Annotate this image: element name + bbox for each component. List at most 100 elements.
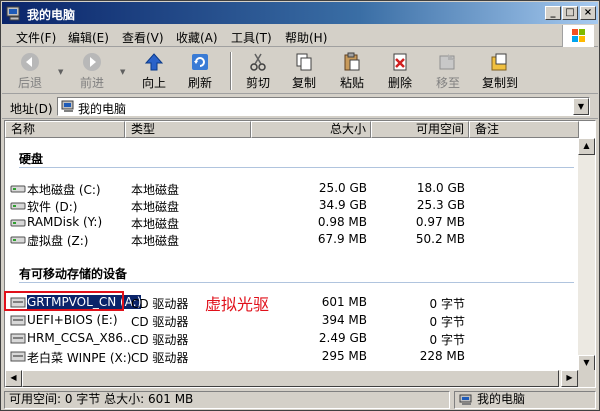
scroll-left-icon[interactable]: ◀ — [5, 370, 22, 387]
paste-label: 粘贴 — [339, 76, 364, 90]
forward-button[interactable]: 前进 — [66, 50, 118, 92]
back-arrow-icon — [21, 53, 39, 71]
address-bar: 地址(D) 我的电脑 ▼ — [2, 95, 598, 119]
menu-file[interactable]: 文件(F) — [16, 29, 56, 46]
up-label: 向上 — [141, 76, 166, 90]
cut-label: 剪切 — [245, 76, 270, 90]
column-comment[interactable]: 备注 — [469, 121, 579, 138]
hard-drive-icon — [10, 236, 26, 244]
refresh-label: 刷新 — [187, 76, 212, 90]
menu-view[interactable]: 查看(V) — [122, 29, 164, 46]
copy-to-button[interactable]: 复制到 — [472, 50, 528, 92]
computer-icon — [6, 6, 20, 21]
drive-free: 18.0 GB — [416, 181, 465, 195]
group-hard-disks: 硬盘 — [19, 152, 44, 166]
back-button[interactable]: 后退 — [4, 50, 56, 92]
move-to-icon — [439, 54, 455, 70]
paste-button[interactable]: 粘贴 — [326, 50, 378, 92]
drive-total: 601 MB — [321, 295, 367, 309]
menu-help[interactable]: 帮助(H) — [285, 29, 327, 46]
drive-name: UEFI+BIOS (E:) — [27, 313, 118, 327]
group-divider — [19, 282, 574, 283]
list-item[interactable]: UEFI+BIOS (E:) CD 驱动器 394 MB 0 字节 — [7, 312, 575, 329]
copy-icon — [296, 53, 312, 71]
hard-drive-icon — [10, 202, 26, 210]
drive-type: CD 驱动器 — [131, 315, 189, 329]
refresh-icon — [192, 54, 208, 70]
forward-dropdown-icon[interactable]: ▼ — [120, 68, 128, 76]
address-dropdown-icon[interactable]: ▼ — [573, 98, 589, 115]
status-bar: 可用空间: 0 字节 总大小: 601 MB 我的电脑 — [2, 390, 598, 410]
delete-button[interactable]: 删除 — [374, 50, 426, 92]
menu-favorites[interactable]: 收藏(A) — [176, 29, 218, 46]
up-button[interactable]: 向上 — [128, 50, 180, 92]
drive-type: CD 驱动器 — [131, 351, 189, 365]
forward-label: 前进 — [79, 76, 104, 90]
forward-arrow-icon — [83, 53, 101, 71]
copy-to-icon — [491, 53, 507, 71]
title-bar[interactable]: 我的电脑 _ □ × — [2, 2, 598, 24]
drive-total: 67.9 MB — [317, 232, 367, 246]
file-list[interactable]: 名称 类型 总大小 可用空间 备注 硬盘 本地磁盘 (C:) 本地磁盘 25.0… — [4, 120, 596, 388]
drive-free: 0.97 MB — [415, 215, 465, 229]
column-name[interactable]: 名称 — [5, 121, 125, 138]
cut-button[interactable]: 剪切 — [232, 50, 284, 92]
delete-icon — [393, 53, 407, 71]
drive-name: 软件 (D:) — [27, 200, 78, 214]
list-item[interactable]: HRM_CCSA_X86... CD 驱动器 2.49 GB 0 字节 — [7, 330, 575, 347]
clipboard-icon — [344, 52, 360, 71]
drive-type: 本地磁盘 — [131, 200, 180, 214]
drive-name: RAMDisk (Y:) — [27, 215, 103, 229]
column-total-size[interactable]: 总大小 — [251, 121, 371, 138]
horizontal-scrollbar[interactable]: ◀ ▶ — [5, 370, 578, 387]
drive-total: 2.49 GB — [318, 331, 367, 345]
minimize-button[interactable]: _ — [545, 6, 561, 20]
drive-total: 0.98 MB — [317, 215, 367, 229]
list-item[interactable]: 本地磁盘 (C:) 本地磁盘 25.0 GB 18.0 GB — [7, 180, 575, 197]
close-button[interactable]: × — [580, 6, 596, 20]
scroll-right-icon[interactable]: ▶ — [561, 370, 578, 387]
delete-label: 删除 — [387, 76, 412, 90]
group-removable-storage: 有可移动存储的设备 — [19, 267, 128, 281]
toolbar: 后退 ▼ 前进 ▼ 向上 刷新 剪切 复制 粘贴 删除 移至 复制到 — [2, 48, 598, 94]
scroll-up-icon[interactable]: ▲ — [578, 138, 595, 155]
cd-drive-icon — [10, 351, 26, 362]
drive-total: 295 MB — [321, 349, 367, 363]
list-item[interactable]: 老白菜 WINPE (X:) CD 驱动器 295 MB 228 MB — [7, 348, 575, 365]
back-label: 后退 — [17, 76, 42, 90]
menu-edit[interactable]: 编辑(E) — [68, 29, 109, 46]
annotation-highlight-box — [4, 291, 124, 311]
refresh-button[interactable]: 刷新 — [174, 50, 226, 92]
menu-tools[interactable]: 工具(T) — [231, 29, 272, 46]
address-label: 地址(D) — [10, 102, 53, 116]
address-value: 我的电脑 — [78, 102, 127, 116]
drive-type: 本地磁盘 — [131, 217, 180, 231]
move-to-button[interactable]: 移至 — [422, 50, 474, 92]
column-type[interactable]: 类型 — [125, 121, 251, 138]
vertical-scrollbar[interactable]: ▲ ▼ — [578, 138, 595, 372]
list-item[interactable]: RAMDisk (Y:) 本地磁盘 0.98 MB 0.97 MB — [7, 214, 575, 231]
status-location: 我的电脑 — [454, 391, 596, 409]
drive-name: HRM_CCSA_X86... — [27, 331, 135, 345]
list-item[interactable]: 软件 (D:) 本地磁盘 34.9 GB 25.3 GB — [7, 197, 575, 214]
back-dropdown-icon[interactable]: ▼ — [58, 68, 66, 76]
copy-label: 复制 — [291, 76, 316, 90]
drive-name: 本地磁盘 (C:) — [27, 183, 101, 197]
drive-type: 本地磁盘 — [131, 234, 180, 248]
hard-drive-icon — [10, 219, 26, 227]
drive-total: 25.0 GB — [318, 181, 367, 195]
window-title: 我的电脑 — [27, 8, 76, 22]
copy-button[interactable]: 复制 — [278, 50, 330, 92]
column-free-space[interactable]: 可用空间 — [371, 121, 469, 138]
drive-free: 228 MB — [419, 349, 465, 363]
drive-total: 34.9 GB — [318, 198, 367, 212]
address-input[interactable]: 我的电脑 ▼ — [57, 97, 590, 116]
drive-free: 0 字节 — [429, 297, 465, 311]
maximize-button[interactable]: □ — [562, 6, 578, 20]
scrollbar-corner — [578, 370, 595, 387]
status-info: 可用空间: 0 字节 总大小: 601 MB — [4, 391, 450, 409]
drive-type: 本地磁盘 — [131, 183, 180, 197]
drive-type: CD 驱动器 — [131, 297, 189, 311]
scroll-thumb[interactable] — [22, 370, 559, 387]
list-item[interactable]: 虚拟盘 (Z:) 本地磁盘 67.9 MB 50.2 MB — [7, 231, 575, 248]
